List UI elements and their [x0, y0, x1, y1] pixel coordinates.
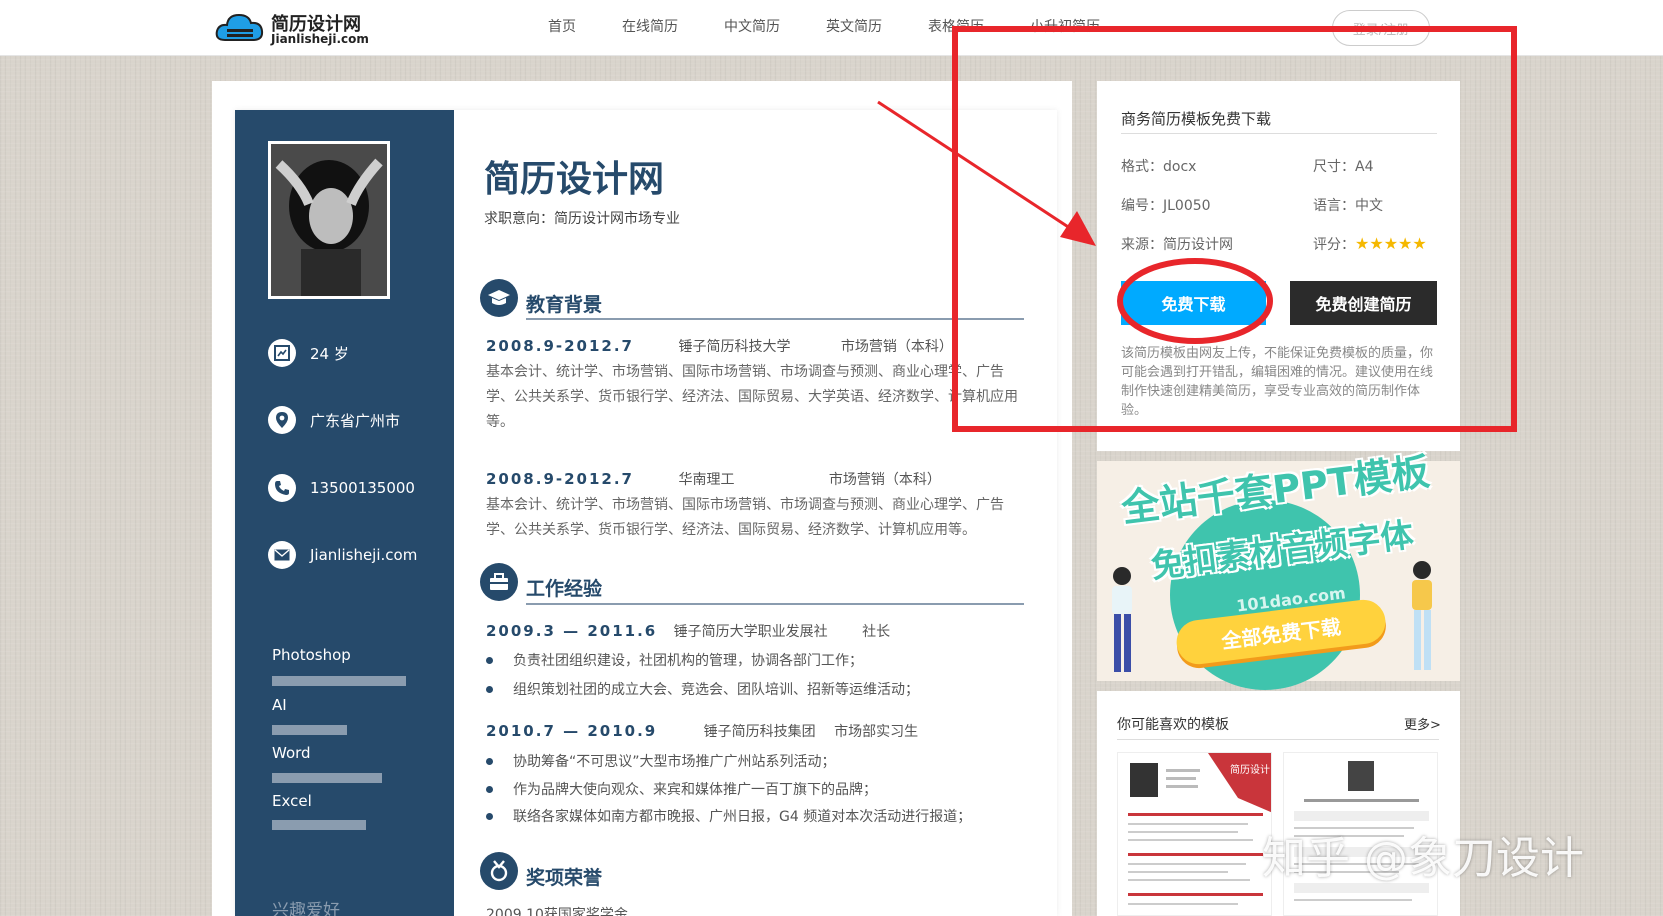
meta-size: 尺寸：A4 — [1313, 159, 1374, 175]
work-bullet: 联络各家媒体如南方都市晚报、广州日报，G4 频道对本次活动进行报道； — [486, 806, 971, 826]
work-role: 市场部实习生 — [834, 724, 919, 740]
skill-label-photoshop: Photoshop — [272, 646, 351, 664]
medal-icon — [480, 852, 518, 890]
profile-photo — [268, 141, 390, 299]
award-item: 2009.10获国家奖学金 — [486, 907, 628, 916]
age-text: 24 岁 — [310, 344, 349, 363]
nav-item-english[interactable]: 英文简历 — [826, 16, 882, 36]
info-phone: 13500135000 — [268, 474, 415, 502]
card-title: 商务简历模板免费下载 — [1121, 110, 1272, 128]
main-nav: 首页 在线简历 中文简历 英文简历 表格简历 小升初简历 — [548, 16, 1146, 36]
nav-item-chinese[interactable]: 中文简历 — [724, 16, 780, 36]
skill-bar-photoshop — [272, 676, 406, 686]
meta-language: 语言：中文 — [1313, 198, 1383, 214]
watermark-text: 知乎 @象刀设计 — [1262, 833, 1584, 884]
education-school: 锤子简历科技大学 — [678, 339, 791, 355]
chart-icon — [268, 339, 296, 367]
meta-format: 格式：docx — [1121, 159, 1197, 175]
work-row: 2010.7 — 2010.9 锤子简历科技集团 市场部实习生 — [486, 721, 918, 741]
work-role: 社长 — [862, 624, 891, 640]
card-disclaimer: 该简历模板由网友上传，不能保证免费模板的质量，你可能会遇到打开错乱，编辑困难的情… — [1121, 346, 1434, 418]
graduation-cap-icon — [480, 279, 518, 317]
education-description: 基本会计、统计学、市场营销、国际市场营销、市场调查与预测、商业心理学、广告学、公… — [486, 364, 1018, 430]
section-award-title: 奖项荣誉 — [526, 867, 603, 889]
work-date: 2009.3 — 2011.6 — [486, 622, 658, 640]
rating-label: 评分： — [1313, 237, 1355, 253]
location-pin-icon — [268, 406, 296, 434]
work-bullet: 作为品牌大使向观众、来宾和媒体推广一百丁旗下的品牌； — [486, 779, 877, 799]
section-education-head: 教育背景 — [480, 279, 602, 317]
skill-label-ai: AI — [272, 696, 287, 714]
meta-rating: 评分：★★★★★ — [1313, 234, 1427, 254]
briefcase-icon — [480, 563, 518, 601]
nav-item-home[interactable]: 首页 — [548, 16, 576, 36]
free-download-button[interactable]: 免费下载 — [1121, 281, 1266, 325]
meta-source: 来源：简历设计网 — [1121, 237, 1233, 253]
side-section-hobbies: 兴趣爱好 — [272, 901, 340, 916]
section-work-head: 工作经验 — [480, 563, 602, 601]
skill-bar-excel — [272, 820, 406, 830]
resume-objective: 求职意向：简历设计网市场专业 — [484, 211, 680, 227]
logo-text-en: Jianlisheji.com — [271, 32, 369, 46]
work-bullet: 组织策划社团的成立大会、竞选会、团队培训、招新等运维活动； — [486, 679, 919, 699]
skill-bar-word — [272, 773, 406, 783]
info-age: 24 岁 — [268, 339, 349, 367]
education-row: 2008.9-2012.7 华南理工 市场营销（本科） — [486, 469, 941, 489]
work-row: 2009.3 — 2011.6 锤子简历大学职业发展社 社长 — [486, 621, 890, 641]
site-logo[interactable]: 简历设计网 Jianlisheji.com — [215, 6, 375, 48]
work-org: 锤子简历科技集团 — [703, 724, 816, 740]
portrait-image — [271, 144, 387, 296]
login-button[interactable]: 登录/注册 — [1332, 10, 1430, 46]
star-rating-icon: ★★★★★ — [1355, 234, 1427, 253]
template-preview-image — [1118, 753, 1271, 915]
meta-id: 编号：JL0050 — [1121, 198, 1211, 214]
skill-label-word: Word — [272, 744, 311, 762]
phone-text: 13500135000 — [310, 479, 415, 497]
email-text: Jianlisheji.com — [310, 546, 418, 564]
education-description: 基本会计、统计学、市场营销、国际市场营销、市场调查与预测、商业心理学、广告学、公… — [486, 497, 1004, 538]
education-date: 2008.9-2012.7 — [486, 337, 634, 355]
recommended-divider — [1117, 739, 1439, 740]
info-email: Jianlisheji.com — [268, 541, 417, 569]
nav-item-online[interactable]: 在线简历 — [622, 16, 678, 36]
section-education-title: 教育背景 — [526, 294, 603, 316]
work-bullet: 负责社团组织建设，社团机构的管理，协调各部门工作； — [486, 650, 863, 670]
info-location: 广东省广州市 — [268, 406, 400, 434]
phone-icon — [268, 474, 296, 502]
skill-bar-ai — [272, 725, 406, 735]
section-work-title: 工作经验 — [526, 578, 603, 600]
work-bullet: 协助筹备“不可思议”大型市场推广广州站系列活动； — [486, 751, 836, 771]
create-resume-button[interactable]: 免费创建简历 — [1290, 281, 1437, 325]
thumbnail-label: 简历设计 — [1230, 765, 1270, 776]
education-row: 2008.9-2012.7 锤子简历科技大学 市场营销（本科） — [486, 336, 953, 356]
section-divider — [526, 603, 1024, 605]
card-divider — [1121, 133, 1437, 134]
more-link[interactable]: 更多> — [1404, 714, 1441, 733]
nav-item-table[interactable]: 表格简历 — [928, 16, 984, 36]
education-date: 2008.9-2012.7 — [486, 470, 634, 488]
education-major: 市场营销（本科） — [828, 472, 941, 488]
cloud-logo-icon — [215, 13, 264, 41]
resume-name: 简历设计网 — [484, 159, 665, 200]
nav-item-school[interactable]: 小升初简历 — [1030, 16, 1100, 36]
mail-icon — [268, 541, 296, 569]
section-divider — [526, 318, 1024, 320]
skill-label-excel: Excel — [272, 792, 312, 810]
work-date: 2010.7 — 2010.9 — [486, 722, 658, 740]
section-award-head: 奖项荣誉 — [480, 852, 602, 890]
education-major: 市场营销（本科） — [840, 339, 953, 355]
location-text: 广东省广州市 — [310, 411, 401, 430]
recommended-title: 你可能喜欢的模板 — [1117, 717, 1229, 733]
education-school: 华南理工 — [678, 472, 735, 488]
work-org: 锤子简历大学职业发展社 — [673, 624, 828, 640]
top-navbar: 简历设计网 Jianlisheji.com 首页 在线简历 中文简历 英文简历 … — [0, 0, 1663, 56]
template-thumbnail[interactable]: 简历设计 — [1117, 752, 1272, 916]
